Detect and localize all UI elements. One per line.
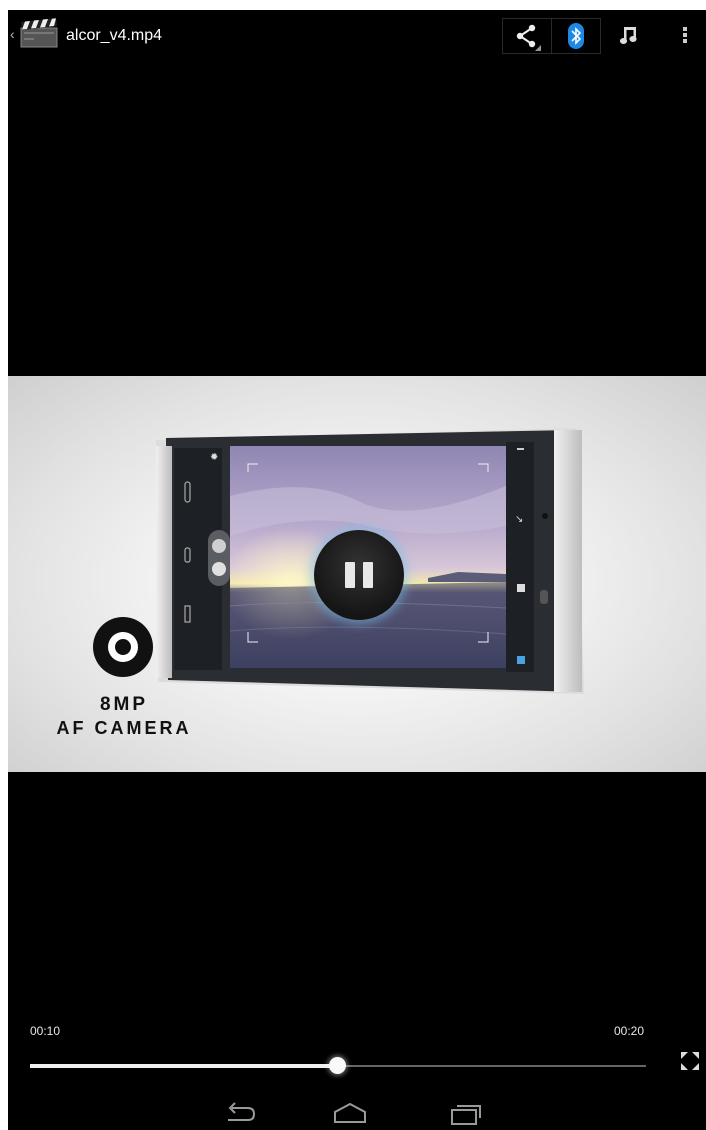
chevron-left-icon[interactable]: ‹: [10, 26, 15, 42]
total-duration: 00:20: [614, 1024, 645, 1038]
home-icon[interactable]: [332, 1100, 368, 1126]
video-player-screen: ‹ alcor_v4.mp4 ✹ ↘ 8MP AF CAMERA 00:10 0…: [8, 10, 706, 1130]
back-arrow-icon[interactable]: [222, 1100, 258, 1126]
bluetooth-icon: [568, 23, 584, 49]
music-note-icon: [619, 27, 637, 44]
video-title: alcor_v4.mp4: [66, 27, 163, 44]
svg-text:✹: ✹: [210, 452, 218, 463]
video-surface[interactable]: ✹ ↘ 8MP AF CAMERA: [8, 376, 706, 772]
clapperboard-icon[interactable]: [20, 18, 58, 48]
action-bar: ‹ alcor_v4.mp4: [8, 10, 706, 62]
bluetooth-button[interactable]: [552, 18, 601, 54]
svg-text:↘: ↘: [515, 514, 523, 525]
seek-progress: [30, 1064, 338, 1068]
pause-icon: [345, 562, 355, 588]
share-button[interactable]: [502, 18, 552, 54]
current-time: 00:10: [30, 1024, 61, 1038]
music-button[interactable]: [606, 18, 652, 52]
badge-line-1: 8MP: [99, 694, 149, 715]
pause-button[interactable]: [314, 530, 404, 620]
seek-thumb[interactable]: [329, 1057, 346, 1074]
recent-apps-icon[interactable]: [448, 1100, 484, 1126]
badge-line-2: AF CAMERA: [56, 718, 192, 738]
overflow-menu-button[interactable]: [668, 18, 702, 52]
seek-bar[interactable]: [30, 1055, 646, 1077]
fullscreen-icon[interactable]: [680, 1051, 700, 1071]
share-icon: [516, 24, 541, 51]
pause-icon: [363, 562, 373, 588]
camera-shutter-icon: [93, 617, 153, 677]
more-vert-icon: [683, 27, 687, 43]
